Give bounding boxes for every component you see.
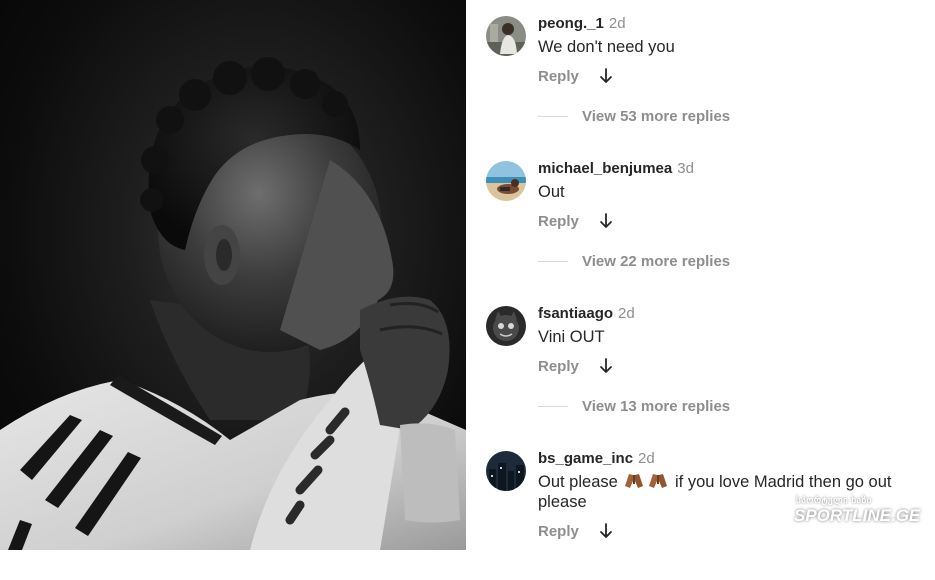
username[interactable]: peong._1 — [538, 15, 604, 32]
watermark-top-text: სპორტული ხაზი — [796, 495, 872, 505]
comment-meta: michael_benjumea 3d — [538, 160, 694, 178]
view-more-replies-button[interactable]: View 53 more replies — [582, 108, 730, 125]
sportline-watermark: სპორტული ხაზი SPORTLINE.GE — [772, 493, 924, 535]
player-photo — [0, 0, 466, 550]
avatar[interactable] — [486, 16, 526, 56]
comment-text: Vini OUT — [538, 328, 605, 346]
runner-logo-icon — [776, 498, 792, 531]
avatar[interactable] — [486, 451, 526, 491]
timestamp: 2d — [618, 305, 635, 322]
avatar[interactable] — [486, 161, 526, 201]
folded-hands-icon — [649, 474, 668, 488]
view-more-replies-button[interactable]: View 13 more replies — [582, 398, 730, 415]
reply-button[interactable]: Reply — [538, 213, 579, 230]
username[interactable]: bs_game_inc — [538, 450, 633, 467]
view-more-replies-button[interactable]: View 22 more replies — [582, 253, 730, 270]
comment-item: michael_benjumea 3d Out Reply View 22 mor… — [466, 145, 935, 290]
comment-text: Out — [538, 183, 565, 201]
reply-button[interactable]: Reply — [538, 68, 579, 85]
comment-meta: peong._1 2d — [538, 15, 626, 33]
avatar[interactable] — [486, 306, 526, 346]
reply-button[interactable]: Reply — [538, 358, 579, 375]
username[interactable]: michael_benjumea — [538, 160, 672, 177]
comments-panel: peong._1 2d We don't need you Reply View … — [466, 0, 935, 550]
night-city-avatar-icon — [486, 451, 526, 491]
person-sitting-avatar-icon — [486, 16, 526, 56]
comment-meta: bs_game_inc 2d — [538, 450, 655, 468]
divider-line — [538, 116, 568, 117]
divider-line — [538, 261, 568, 262]
reply-button[interactable]: Reply — [538, 523, 579, 540]
comment-item: fsantiaago 2d Vini OUT Reply View 13 more… — [466, 290, 935, 435]
divider-line — [538, 406, 568, 407]
arrow-down-icon[interactable] — [599, 522, 613, 540]
comment-text: We don't need you — [538, 38, 675, 56]
timestamp: 2d — [638, 450, 655, 467]
timestamp: 2d — [608, 15, 626, 32]
comment-item: peong._1 2d We don't need you Reply View … — [466, 0, 935, 145]
dark-cat-avatar-icon — [486, 306, 526, 346]
arrow-down-icon[interactable] — [599, 67, 613, 85]
player-photo-illustration — [0, 57, 466, 550]
beach-avatar-icon — [486, 161, 526, 201]
arrow-down-icon[interactable] — [599, 212, 613, 230]
comment-meta: fsantiaago 2d — [538, 305, 635, 323]
arrow-down-icon[interactable] — [599, 357, 613, 375]
timestamp: 3d — [677, 160, 694, 177]
watermark-main-text: SPORTLINE.GE — [794, 506, 921, 525]
comment-text-part: Out please — [538, 473, 618, 491]
folded-hands-icon — [625, 474, 644, 488]
username[interactable]: fsantiaago — [538, 305, 613, 322]
